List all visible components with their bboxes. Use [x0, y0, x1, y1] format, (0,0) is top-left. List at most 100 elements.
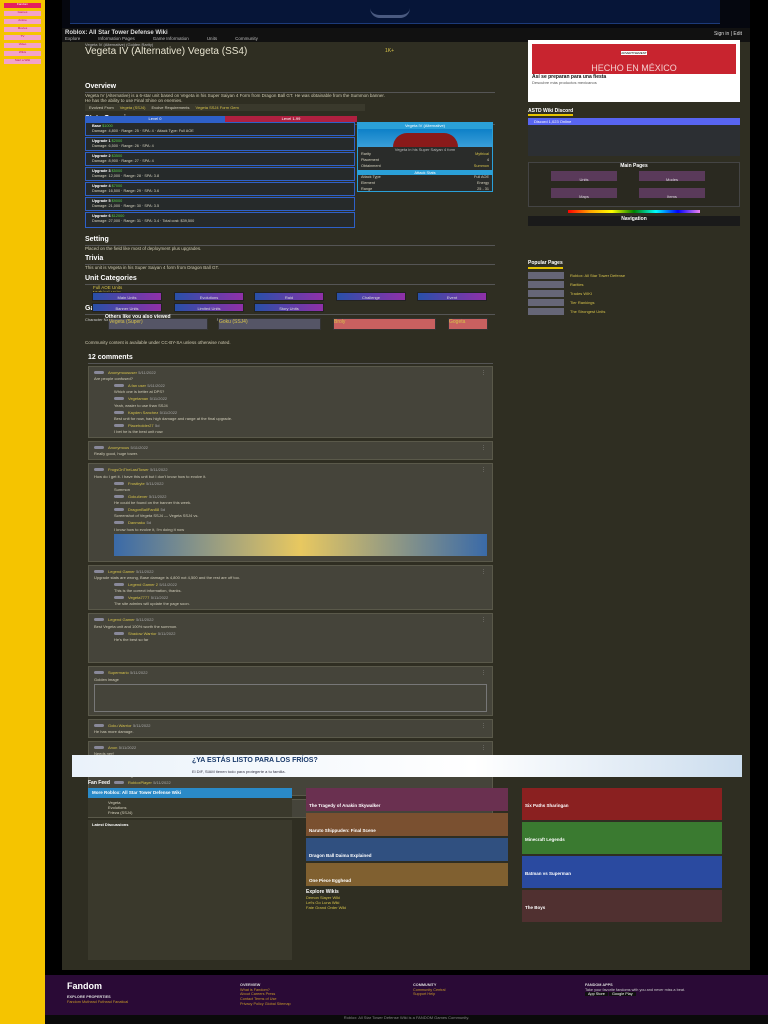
comment-user[interactable]: Anonymous: [108, 445, 129, 450]
footer-link[interactable]: Fanatical: [113, 1000, 128, 1004]
comment-user[interactable]: Goku4ever: [128, 494, 148, 499]
nav-button[interactable]: Event: [417, 292, 487, 301]
side-link[interactable]: Wikis: [4, 50, 41, 56]
feed-card[interactable]: Batman vs Superman: [522, 856, 722, 888]
more-options-icon[interactable]: ⋮: [481, 445, 486, 451]
comment-user[interactable]: A fan user: [128, 383, 146, 388]
feed-card[interactable]: Dragon Ball Daima Explained: [306, 838, 508, 861]
side-link[interactable]: Anime: [4, 18, 41, 24]
nav-button[interactable]: Limited Units: [174, 303, 244, 312]
nav-explore[interactable]: Explore: [65, 36, 80, 42]
avatar[interactable]: [114, 410, 124, 414]
footer-link[interactable]: About: [240, 992, 250, 996]
footer-link[interactable]: Press: [266, 992, 276, 996]
wiki-tools[interactable]: Sign in | Edit: [714, 31, 742, 37]
footer-link[interactable]: Terms of Use: [254, 997, 276, 1001]
comment-user[interactable]: Legend Gamer: [108, 569, 135, 574]
main-page-link[interactable]: Modes: [639, 171, 705, 182]
wiki-logo-icon[interactable]: [370, 8, 410, 18]
app-store-button[interactable]: App Store: [585, 992, 608, 997]
nav-units[interactable]: Units: [207, 36, 217, 42]
side-link[interactable]: TV: [4, 34, 41, 40]
avatar[interactable]: [94, 468, 104, 472]
nav-button[interactable]: Raid: [254, 292, 324, 301]
discord-widget[interactable]: Discord 1,023 Online: [528, 118, 740, 157]
avatar[interactable]: [114, 596, 124, 600]
avatar[interactable]: [114, 397, 124, 401]
footer-link[interactable]: Support: [413, 992, 426, 996]
comments-count[interactable]: 1K+: [385, 48, 394, 54]
nav-info[interactable]: Information Pages: [98, 36, 135, 42]
side-link[interactable]: Games: [4, 10, 41, 16]
side-link[interactable]: Movies: [4, 26, 41, 32]
discord-bar[interactable]: Discord 1,023 Online: [528, 118, 740, 126]
comment-user[interactable]: Shadow Warrior: [128, 631, 157, 636]
unit-image[interactable]: [358, 129, 492, 147]
more-options-icon[interactable]: ⋮: [481, 370, 486, 376]
more-options-icon[interactable]: ⋮: [481, 723, 486, 729]
avatar[interactable]: [114, 494, 124, 498]
side-link[interactable]: Fandom: [4, 2, 41, 8]
more-options-icon[interactable]: ⋮: [481, 569, 486, 575]
comment-user[interactable]: Legend Gamer: [108, 617, 135, 622]
feed-card[interactable]: The Boys: [522, 890, 722, 922]
nav-button[interactable]: Main Units: [92, 292, 162, 301]
side-link[interactable]: Start a Wiki: [4, 58, 41, 64]
feed-card[interactable]: The Tragedy of Anakin Skywalker: [306, 788, 508, 811]
footer-link[interactable]: What is Fandom?: [240, 988, 270, 992]
comment-user[interactable]: Frostbyte: [128, 481, 145, 486]
also-viewed-item[interactable]: Gogeta: [448, 318, 488, 330]
nav-button[interactable]: Evolutions: [174, 292, 244, 301]
navigation-banner[interactable]: Navigation: [528, 216, 740, 227]
ad-banner[interactable]: ¿YA ESTÁS LISTO PARA LOS FRÍOS? El DIF, …: [72, 755, 742, 777]
comment-user[interactable]: Vegeta7777: [128, 595, 149, 600]
footer-link[interactable]: Privacy Policy: [240, 1002, 264, 1006]
comment-user[interactable]: Anon: [108, 745, 117, 750]
comment-user[interactable]: Goku Warrior: [108, 723, 132, 728]
avatar[interactable]: [94, 446, 104, 450]
footer-link[interactable]: Community Central: [413, 988, 446, 992]
popular-item[interactable]: Rarities: [528, 280, 740, 288]
feed-card[interactable]: Minecraft Legends: [522, 822, 722, 854]
comment-image[interactable]: [114, 533, 487, 556]
popular-item[interactable]: Trades WIKI: [528, 289, 740, 297]
footer-link[interactable]: Muthead: [82, 1000, 97, 1004]
avatar[interactable]: [114, 582, 124, 586]
comment-user[interactable]: Vegetaman: [128, 396, 148, 401]
nav-game[interactable]: Game Information: [153, 36, 189, 42]
feed-card[interactable]: Six Paths Sharingan: [522, 788, 722, 820]
also-viewed-item[interactable]: Broly: [333, 318, 436, 330]
footer-link[interactable]: Fandom: [67, 1000, 81, 1004]
avatar[interactable]: [94, 671, 104, 675]
avatar[interactable]: [114, 631, 124, 635]
avatar[interactable]: [114, 423, 124, 427]
comment-user[interactable]: FrogsOnTheLastTower: [108, 467, 149, 472]
nav-community[interactable]: Community: [235, 36, 258, 42]
comment-input[interactable]: [94, 683, 487, 712]
avatar[interactable]: [114, 384, 124, 388]
main-page-link[interactable]: Units: [551, 171, 617, 182]
comment-user[interactable]: Placeholder27: [128, 423, 154, 428]
more-options-icon[interactable]: ⋮: [481, 745, 486, 751]
more-wiki-title[interactable]: More Roblox: All Star Tower Defense Wiki: [88, 788, 292, 798]
avatar[interactable]: [114, 481, 124, 485]
avatar[interactable]: [94, 618, 104, 622]
side-link[interactable]: Video: [4, 42, 41, 48]
comment-user[interactable]: Legend Gamer 2: [128, 582, 158, 587]
footer-link[interactable]: Global Sitemap: [265, 1002, 291, 1006]
avatar[interactable]: [114, 508, 124, 512]
also-viewed-item[interactable]: Goku (SSJ4): [218, 318, 321, 330]
comment-user[interactable]: DragonBallFan88: [128, 507, 159, 512]
comment-user[interactable]: Danmaku: [128, 520, 145, 525]
also-viewed-item[interactable]: Vegeta (Super): [108, 318, 208, 330]
feed-card[interactable]: One Piece Egghead: [306, 863, 508, 886]
footer-link[interactable]: Careers: [251, 992, 265, 996]
avatar[interactable]: [114, 521, 124, 525]
avatar[interactable]: [94, 569, 104, 573]
nav-button[interactable]: Banner Units: [92, 303, 162, 312]
more-options-icon[interactable]: ⋮: [481, 617, 486, 623]
nav-button[interactable]: Challenge: [336, 292, 406, 301]
feed-card[interactable]: Naruto Shippuden: Final Scene: [306, 813, 508, 836]
google-play-button[interactable]: Google Play: [608, 992, 636, 997]
main-page-link[interactable]: Items: [639, 188, 705, 199]
